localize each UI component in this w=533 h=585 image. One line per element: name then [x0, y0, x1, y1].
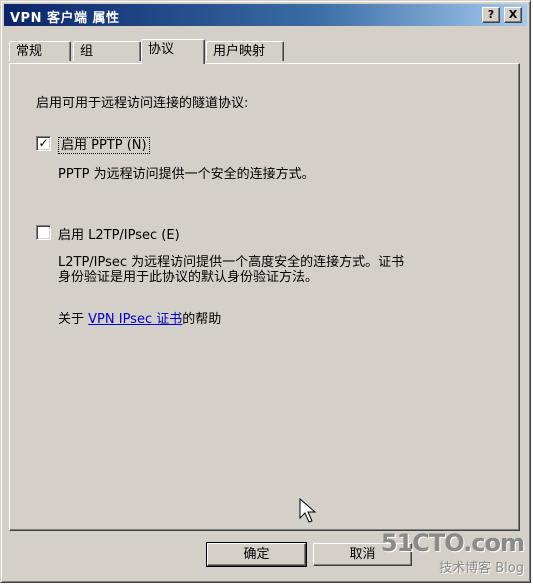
l2tp-description-line2: 身份验证是用于此协议的默认身份验证方法。	[58, 270, 319, 285]
pptp-label[interactable]: 启用 PPTP (N)	[58, 134, 150, 154]
watermark-blog: Blog	[495, 561, 524, 576]
window-title: VPN 客户端 属性	[10, 11, 120, 26]
pptp-label-text: 启用 PPTP (N)	[58, 137, 150, 154]
ipsec-certificate-help-link[interactable]: VPN IPsec 证书	[88, 312, 182, 327]
help-button[interactable]: ?	[482, 7, 500, 23]
tab-strip: 常规 组 协议 用户映射	[9, 39, 519, 64]
watermark-subtitle: 技术博客 Blog	[381, 557, 524, 576]
help-prefix: 关于	[58, 312, 89, 327]
l2tp-label[interactable]: 启用 L2TP/IPsec (E)	[58, 224, 180, 243]
tab-general[interactable]: 常规	[9, 41, 71, 61]
title-bar[interactable]: VPN 客户端 属性 ? X	[4, 4, 527, 26]
tab-protocol[interactable]: 协议	[141, 39, 205, 64]
watermark-subtitle-text: 技术博客	[439, 561, 492, 576]
intro-text: 启用可用于远程访问连接的隧道协议:	[36, 96, 249, 111]
watermark: 51CTO.com 技术博客 Blog	[380, 529, 525, 576]
l2tp-checkbox[interactable]	[36, 225, 51, 240]
help-line: 关于 VPN IPsec 证书的帮助	[58, 308, 221, 327]
mouse-pointer-icon	[299, 498, 317, 523]
watermark-site: 51CTO.com	[380, 529, 525, 557]
tab-user-mapping[interactable]: 用户映射	[206, 41, 284, 61]
ok-button[interactable]: 确定	[206, 542, 307, 567]
tab-group[interactable]: 组	[73, 41, 141, 61]
help-suffix: 的帮助	[182, 312, 222, 327]
pptp-description: PPTP 为远程访问提供一个安全的连接方式。	[58, 167, 315, 182]
pptp-checkbox[interactable]: ✓	[36, 136, 51, 151]
close-button[interactable]: X	[504, 7, 522, 23]
properties-dialog: VPN 客户端 属性 ? X 常规 组 协议 用户映射 启用可用于远程访问连接的…	[0, 0, 531, 583]
protocol-panel: 启用可用于远程访问连接的隧道协议: ✓ 启用 PPTP (N) PPTP 为远程…	[9, 63, 520, 531]
